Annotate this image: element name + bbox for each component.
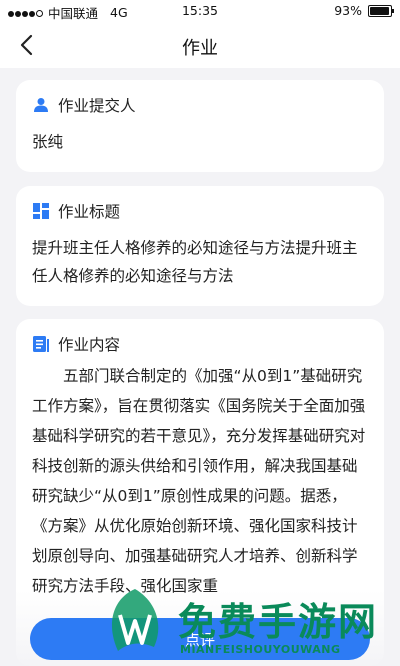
submitter-name: 张纯 — [32, 133, 64, 151]
document-icon — [32, 335, 50, 353]
battery-fill — [370, 6, 389, 15]
nav-bar: 作业 — [0, 22, 400, 68]
submitter-card: 作业提交人 张纯 — [16, 80, 384, 172]
page-title: 作业 — [182, 38, 218, 59]
user-icon — [32, 96, 50, 114]
battery-percent: 93% — [334, 3, 362, 18]
review-button[interactable]: 点评 — [30, 618, 370, 660]
status-right: 93% — [334, 3, 394, 18]
title-card: 作业标题 提升班主任人格修养的必知途径与方法提升班主任人格修养的必知途径与方法 — [16, 186, 384, 306]
submitter-label: 作业提交人 — [58, 97, 136, 115]
content-header: 作业内容 — [32, 333, 368, 355]
homework-content-text: 五部门联合制定的《加强“从0到1”基础研究工作方案》，旨在贯彻落实《国务院关于全… — [32, 367, 366, 595]
battery-icon — [368, 4, 394, 17]
status-bar: 中国联通 4G 15:35 93% — [0, 0, 400, 22]
title-label: 作业标题 — [58, 203, 121, 221]
grid-icon — [32, 202, 50, 220]
title-header: 作业标题 — [32, 200, 368, 222]
content-label: 作业内容 — [58, 336, 121, 354]
submitter-header: 作业提交人 — [32, 94, 368, 116]
homework-title-text: 提升班主任人格修养的必知途径与方法提升班主任人格修养的必知途径与方法 — [32, 239, 358, 285]
